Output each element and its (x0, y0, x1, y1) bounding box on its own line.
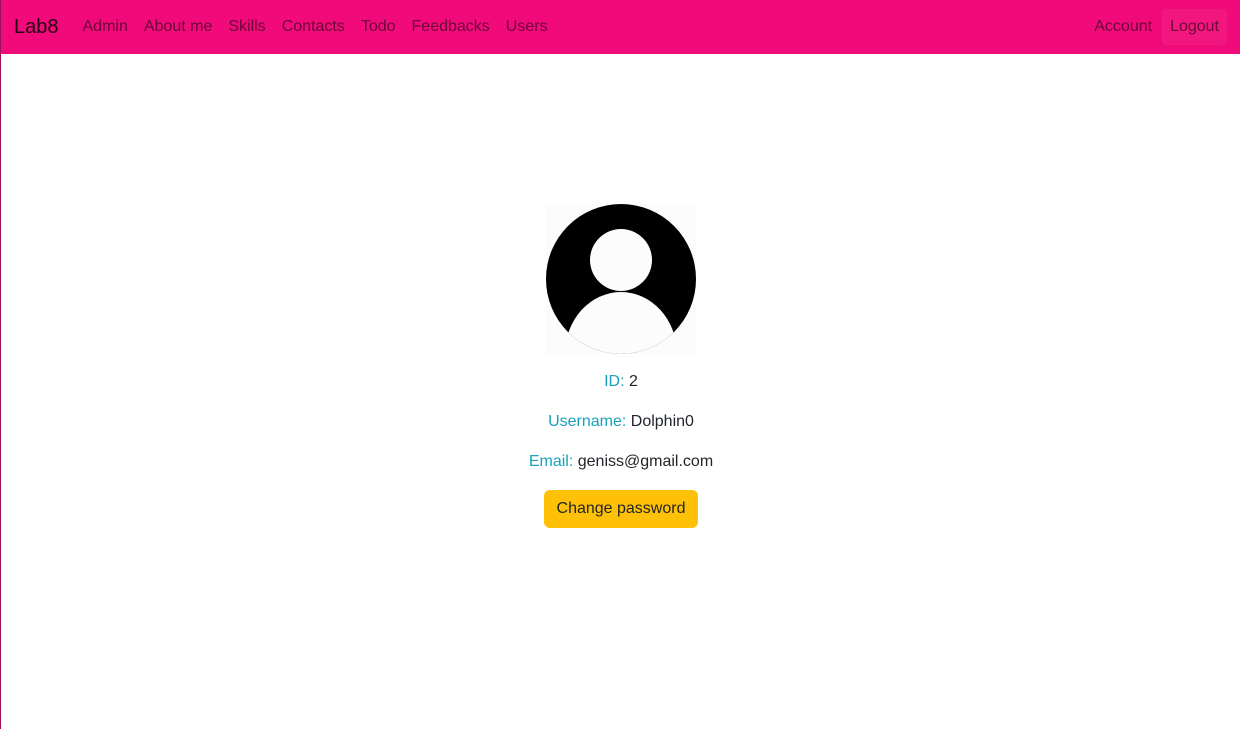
nav-link-users[interactable]: Users (498, 9, 556, 45)
page: Lab8 Admin About me Skills Contacts Todo… (0, 0, 1240, 729)
email-field: Email: geniss@gmail.com (529, 452, 713, 472)
email-value: geniss@gmail.com (577, 453, 714, 470)
id-value: 2 (629, 373, 638, 390)
nav-link-about-me[interactable]: About me (136, 9, 220, 45)
change-password-button[interactable]: Change password (543, 490, 699, 528)
user-avatar-icon (546, 204, 696, 354)
navbar-left: Lab8 Admin About me Skills Contacts Todo… (14, 9, 556, 45)
nav-link-contacts[interactable]: Contacts (274, 9, 353, 45)
username-label: Username: (548, 413, 627, 430)
id-label: ID: (604, 373, 625, 390)
username-field: Username: Dolphin0 (548, 412, 694, 432)
profile-card: ID: 2 Username: Dolphin0 Email: geniss@g… (1, 204, 1240, 528)
username-value: Dolphin0 (630, 413, 694, 430)
nav-link-account[interactable]: Account (1086, 9, 1160, 45)
nav-link-feedbacks[interactable]: Feedbacks (404, 9, 498, 45)
email-label: Email: (528, 453, 574, 470)
nav-link-skills[interactable]: Skills (220, 9, 273, 45)
logout-link[interactable]: Logout (1162, 9, 1227, 45)
nav-link-todo[interactable]: Todo (353, 9, 404, 45)
navbar-right: Account Logout (1086, 9, 1227, 45)
id-field: ID: 2 (604, 372, 638, 392)
navbar: Lab8 Admin About me Skills Contacts Todo… (1, 0, 1240, 54)
nav-link-admin[interactable]: Admin (75, 9, 136, 45)
brand-link[interactable]: Lab8 (14, 16, 59, 39)
